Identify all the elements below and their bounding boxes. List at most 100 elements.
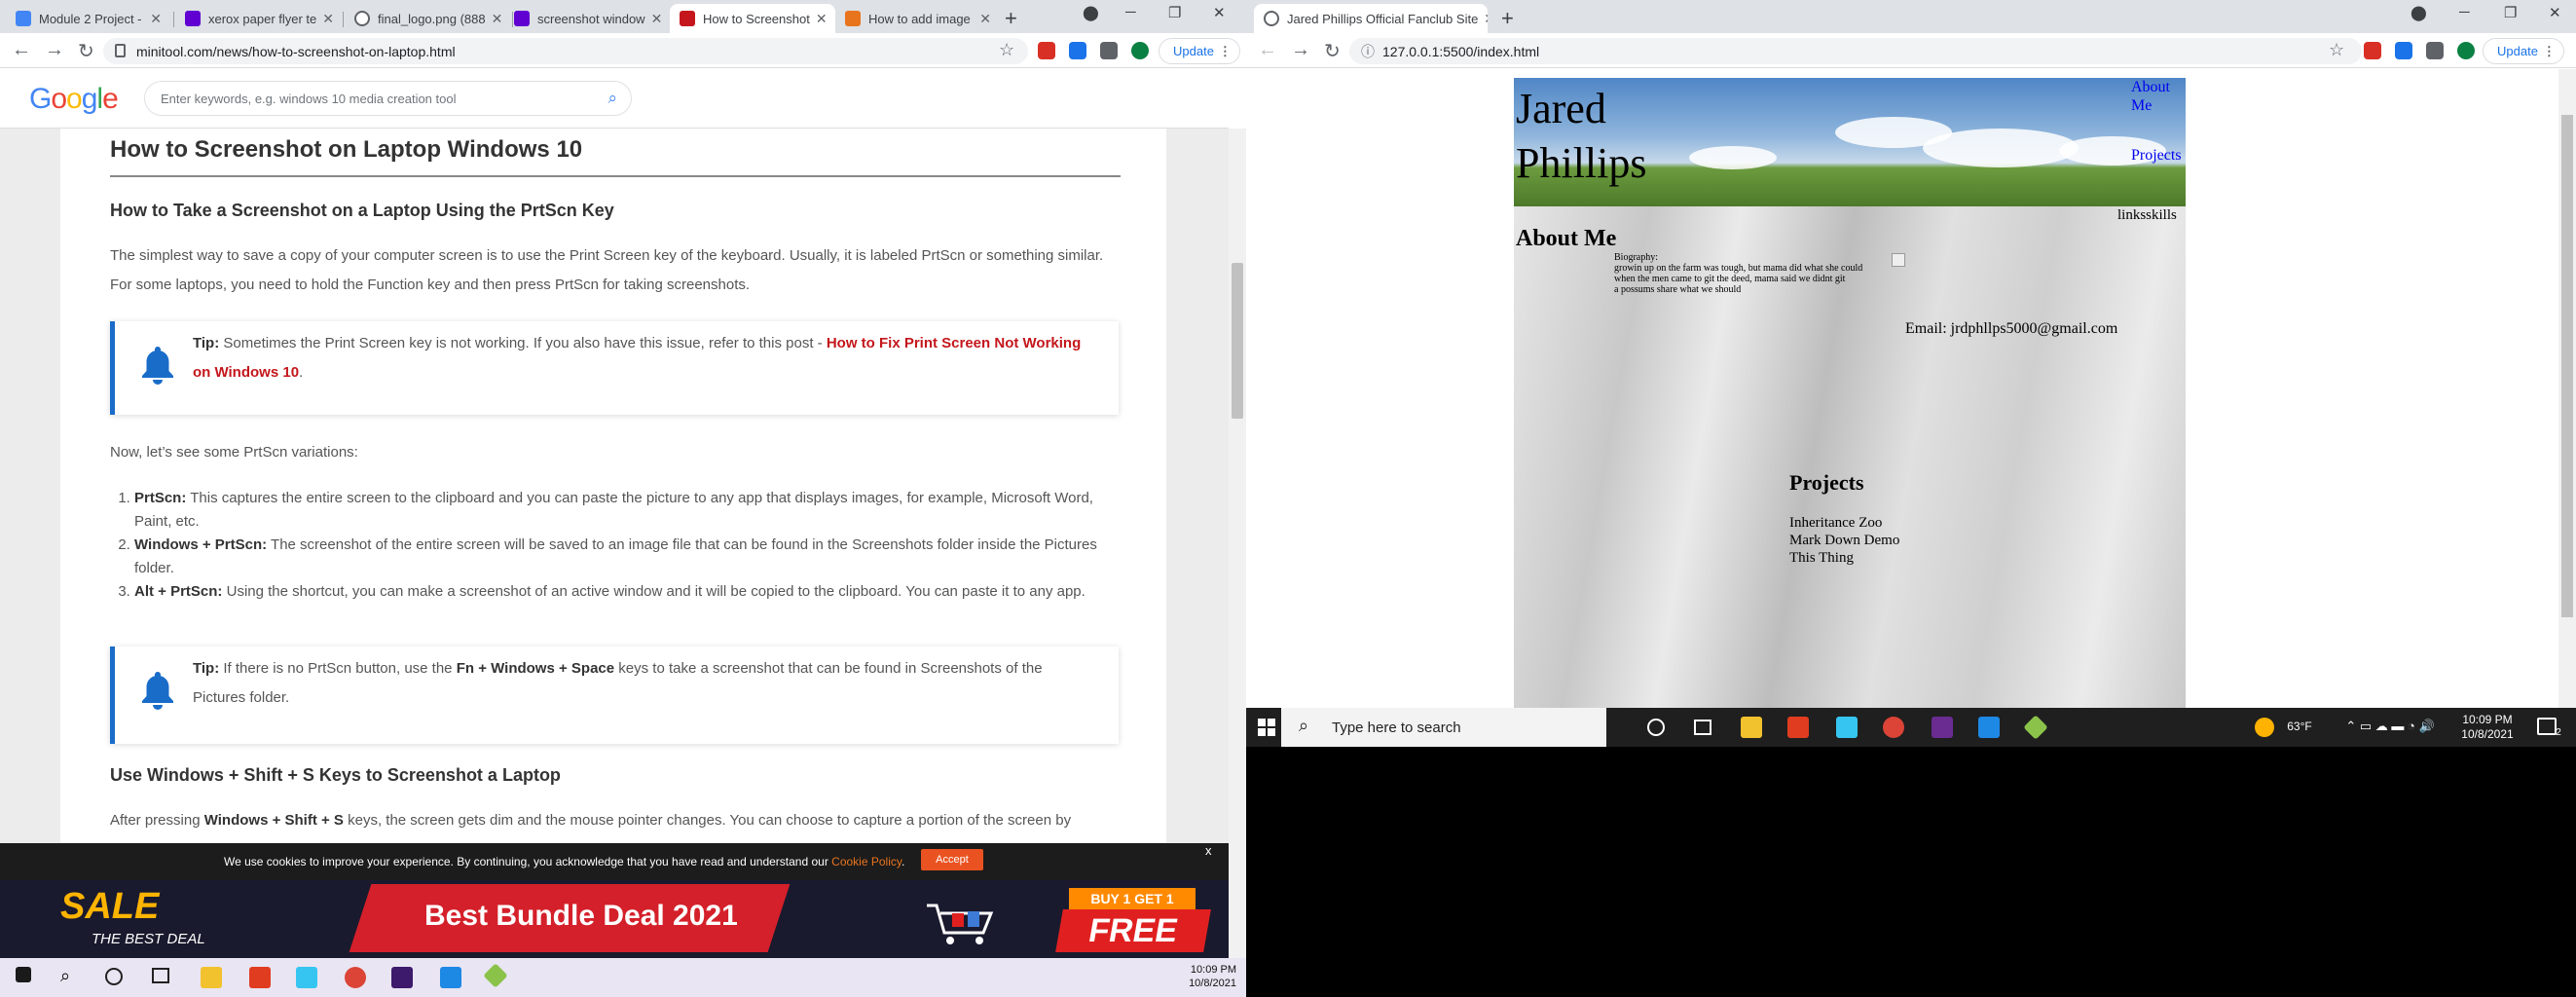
windows-start-icon[interactable] <box>16 967 31 982</box>
extension-blue-icon[interactable] <box>2395 42 2412 59</box>
file-explorer-icon[interactable] <box>201 967 222 988</box>
left-scrollbar-thumb[interactable] <box>1232 263 1243 419</box>
new-tab-button[interactable]: + <box>1005 6 1017 31</box>
close-icon[interactable]: ✕ <box>645 11 663 27</box>
back-button[interactable]: ← <box>1258 39 1277 61</box>
left-scrollbar[interactable] <box>1229 129 1246 958</box>
profile-menu-icon[interactable]: ⬤ <box>1083 4 1099 21</box>
lock-icon <box>115 44 126 57</box>
close-icon[interactable]: ✕ <box>486 11 503 27</box>
cloud-shape <box>1689 146 1777 169</box>
forward-button[interactable]: → <box>1291 39 1310 61</box>
close-icon[interactable]: ✕ <box>1478 11 1488 27</box>
taskbar-clock[interactable]: 10:09 PM 10/8/2021 <box>2453 713 2521 742</box>
accept-cookies-button[interactable]: Accept <box>921 849 983 870</box>
tab-how-to-add-image[interactable]: How to add image ✕ <box>835 4 1001 33</box>
back-button[interactable]: ← <box>12 39 31 61</box>
tab-fanclub-site[interactable]: Jared Phillips Official Fanclub Site✕ <box>1254 4 1488 33</box>
task-view-icon[interactable] <box>152 968 169 983</box>
reload-button[interactable]: ↻ <box>78 39 94 63</box>
close-icon[interactable]: ✕ <box>810 11 828 27</box>
more-menu-icon[interactable]: ⋮ <box>2543 44 2556 59</box>
profile-menu-icon[interactable]: ⬤ <box>2410 4 2427 21</box>
tip-text: Sometimes the Print Screen key is not wo… <box>219 335 827 351</box>
close-icon[interactable]: ✕ <box>316 11 334 27</box>
tab-module2[interactable]: Module 2 Project - ✕ <box>6 4 171 33</box>
tab-xerox[interactable]: xerox paper flyer te ✕ <box>175 4 341 33</box>
jetbrains-icon[interactable] <box>391 967 413 988</box>
avatar[interactable] <box>2457 42 2475 59</box>
app-diamond-icon[interactable] <box>483 963 508 988</box>
bookmark-star-icon[interactable]: ☆ <box>2329 40 2344 60</box>
avatar[interactable] <box>1131 42 1149 59</box>
chrome-icon[interactable] <box>345 967 366 988</box>
more-menu-icon[interactable]: ⋮ <box>1219 44 1232 59</box>
task-view-icon[interactable] <box>1694 720 1711 735</box>
restore-button[interactable]: ❐ <box>2504 4 2517 21</box>
close-icon[interactable]: ✕ <box>144 11 162 27</box>
extension-adblock-icon[interactable] <box>2364 42 2381 59</box>
slack-icon[interactable] <box>296 967 317 988</box>
windows-start-icon[interactable] <box>1258 719 1275 736</box>
project-item[interactable]: Mark Down Demo <box>1789 532 1899 549</box>
taskbar-search-input[interactable]: ⌕ Type here to search <box>1281 708 1606 747</box>
info-icon[interactable]: ⓘ <box>1361 42 1375 61</box>
minimize-button[interactable]: ─ <box>1125 4 1136 20</box>
vscode-icon[interactable] <box>1978 717 2000 738</box>
forward-button[interactable]: → <box>45 39 64 61</box>
app-diamond-icon[interactable] <box>2023 715 2048 740</box>
close-cookie-button[interactable]: x <box>1205 843 1212 858</box>
vscode-icon[interactable] <box>440 967 461 988</box>
yahoo-icon <box>514 11 530 26</box>
reload-button[interactable]: ↻ <box>1324 39 1341 63</box>
right-scrollbar-thumb[interactable] <box>2561 115 2573 617</box>
project-item[interactable]: Inheritance Zoo <box>1789 514 1899 532</box>
right-toolbar: ← → ↻ ⓘ 127.0.0.1:5500/index.html ☆ Upda… <box>1246 33 2576 68</box>
close-window-button[interactable]: ✕ <box>2549 4 2561 21</box>
page-icon <box>845 11 861 26</box>
ad-banner[interactable]: SALE THE BEST DEAL Best Bundle Deal 2021… <box>0 880 1229 958</box>
file-explorer-icon[interactable] <box>1741 717 1762 738</box>
buy-one-get-one-label: BUY 1 GET 1 <box>1069 888 1196 909</box>
extensions-puzzle-icon[interactable] <box>2426 42 2444 59</box>
tip-label: Tip: <box>193 335 220 351</box>
weather-icon[interactable] <box>2255 718 2274 737</box>
close-window-button[interactable]: ✕ <box>1213 4 1226 21</box>
address-bar[interactable]: ⓘ 127.0.0.1:5500/index.html <box>1349 38 2362 64</box>
new-tab-button[interactable]: + <box>1501 6 1514 31</box>
tray-icons[interactable]: ⌃ ▭ ☁ ▬ ◔ 🔊 <box>2327 719 2453 733</box>
nav-link-about-me[interactable]: About Me <box>2131 78 2170 115</box>
slack-icon[interactable] <box>1836 717 1858 738</box>
restore-button[interactable]: ❐ <box>1168 4 1181 21</box>
taskbar-clock[interactable]: 10:09 PM 10/8/2021 <box>1178 963 1236 990</box>
cortana-icon[interactable] <box>105 968 123 985</box>
chrome-icon[interactable] <box>1883 717 1904 738</box>
email-text: Email: jrdphllps5000@gmail.com <box>1905 320 2118 337</box>
jetbrains-icon[interactable] <box>1932 717 1953 738</box>
extension-blue-icon[interactable] <box>1069 42 1086 59</box>
cookie-message: We use cookies to improve your experienc… <box>224 855 905 868</box>
minimize-button[interactable]: ─ <box>2459 4 2470 20</box>
search-icon[interactable]: ⌕ <box>607 89 617 108</box>
tab-how-to-screenshot[interactable]: How to Screenshot ✕ <box>670 4 835 33</box>
left-toolbar: ← → ↻ minitool.com/news/how-to-screensho… <box>0 33 1246 68</box>
update-button[interactable]: Update ⋮ <box>1159 38 1240 64</box>
temperature-text[interactable]: 63°F <box>2280 720 2319 734</box>
cortana-icon[interactable] <box>1647 719 1665 736</box>
extensions-puzzle-icon[interactable] <box>1100 42 1118 59</box>
close-icon[interactable]: ✕ <box>974 11 991 27</box>
nav-link-projects[interactable]: Projects <box>2131 146 2182 165</box>
update-button[interactable]: Update ⋮ <box>2483 38 2564 64</box>
office-icon[interactable] <box>249 967 271 988</box>
bookmark-star-icon[interactable]: ☆ <box>999 40 1014 60</box>
search-input[interactable]: Enter keywords, e.g. windows 10 media cr… <box>144 81 632 116</box>
address-bar[interactable]: minitool.com/news/how-to-screenshot-on-l… <box>103 38 1028 64</box>
list-item: Windows + PrtScn: The screenshot of the … <box>134 534 1118 580</box>
search-icon[interactable]: ⌕ <box>60 966 70 986</box>
tab-screenshot-window[interactable]: screenshot window ✕ <box>504 4 670 33</box>
extension-adblock-icon[interactable] <box>1038 42 1055 59</box>
tab-final-logo[interactable]: final_logo.png (888 ✕ <box>345 4 510 33</box>
office-icon[interactable] <box>1787 717 1809 738</box>
project-item[interactable]: This Thing <box>1789 549 1899 567</box>
cookie-policy-link[interactable]: Cookie Policy <box>831 855 902 868</box>
